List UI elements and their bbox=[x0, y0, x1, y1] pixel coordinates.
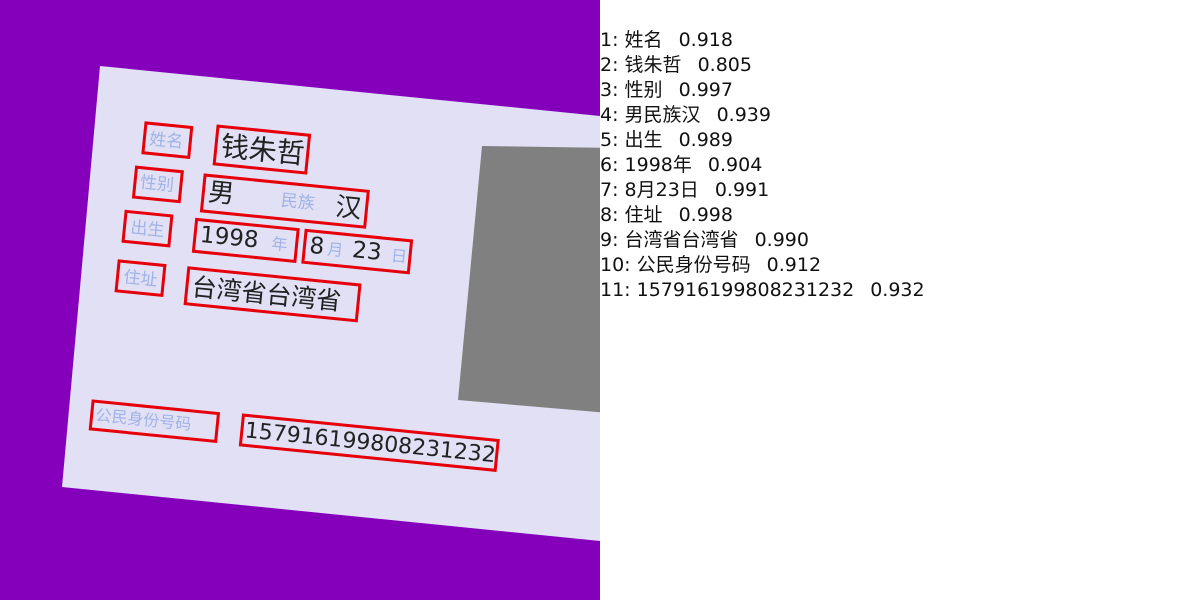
name-label: 姓名 bbox=[148, 129, 184, 152]
result-score: 0.805 bbox=[697, 54, 752, 76]
result-score: 0.904 bbox=[707, 154, 763, 176]
result-line: 1: 姓名 0.918 bbox=[600, 28, 925, 53]
result-text: 男民族汉 bbox=[624, 104, 701, 126]
ocr-image-panel: 姓名 钱朱哲 性别 男 民族 汉 出生 1998 年 8 月 23 日 住址 台… bbox=[0, 0, 600, 600]
result-text: 住址 bbox=[624, 204, 663, 226]
result-score: 0.918 bbox=[678, 29, 733, 51]
result-text: 姓名 bbox=[624, 29, 663, 51]
result-text: 出生 bbox=[624, 129, 663, 151]
result-line: 4: 男民族汉 0.939 bbox=[600, 103, 925, 128]
result-score: 0.989 bbox=[678, 129, 733, 151]
ocr-results-panel: 1: 姓名 0.918 2: 钱朱哲 0.805 3: 性别 0.997 4: 男民族汉 0.… bbox=[600, 0, 1200, 600]
result-line: 10: 公民身份号码 0.912 bbox=[600, 253, 925, 278]
result-text: 钱朱哲 bbox=[624, 54, 682, 76]
result-text: 公民身份号码 bbox=[636, 254, 751, 276]
result-line: 8: 住址 0.998 bbox=[600, 203, 925, 228]
result-score: 0.912 bbox=[766, 254, 822, 276]
result-line: 2: 钱朱哲 0.805 bbox=[600, 53, 925, 78]
birth-label: 出生 bbox=[129, 218, 165, 241]
result-line: 7: 8月23日 0.991 bbox=[600, 178, 925, 203]
result-score: 0.991 bbox=[714, 179, 770, 201]
result-index: 8: bbox=[600, 204, 619, 226]
result-line: 5: 出生 0.989 bbox=[600, 128, 925, 153]
result-index: 10: bbox=[600, 254, 631, 276]
birth-day: 23 bbox=[351, 237, 383, 266]
photo-placeholder bbox=[458, 146, 600, 413]
result-text: 1998年 bbox=[624, 154, 692, 176]
result-text: 台湾省台湾省 bbox=[624, 229, 739, 251]
address-label: 住址 bbox=[122, 268, 158, 291]
result-index: 2: bbox=[600, 54, 619, 76]
result-line: 11: 157916199808231232 0.932 bbox=[600, 278, 925, 303]
result-score: 0.990 bbox=[754, 229, 809, 251]
result-index: 4: bbox=[600, 104, 619, 126]
gender-label: 性别 bbox=[139, 173, 175, 196]
ethnicity-value: 汉 bbox=[334, 192, 363, 224]
result-score: 0.939 bbox=[716, 104, 771, 126]
id-card-image: 姓名 钱朱哲 性别 男 民族 汉 出生 1998 年 8 月 23 日 住址 台… bbox=[62, 66, 600, 541]
results-list: 1: 姓名 0.918 2: 钱朱哲 0.805 3: 性别 0.997 4: 男民族汉 0.… bbox=[600, 28, 925, 303]
gender-value: 男 bbox=[207, 178, 236, 210]
birth-month: 8 bbox=[308, 233, 325, 260]
result-index: 7: bbox=[600, 179, 619, 201]
result-score: 0.998 bbox=[678, 204, 733, 226]
result-line: 9: 台湾省台湾省 0.990 bbox=[600, 228, 925, 253]
result-line: 6: 1998年 0.904 bbox=[600, 153, 925, 178]
result-index: 6: bbox=[600, 154, 619, 176]
result-text: 性别 bbox=[624, 79, 663, 101]
result-index: 3: bbox=[600, 79, 619, 101]
result-index: 1: bbox=[600, 29, 619, 51]
result-text: 8月23日 bbox=[624, 179, 699, 201]
result-score: 0.997 bbox=[678, 79, 733, 101]
result-line: 3: 性别 0.997 bbox=[600, 78, 925, 103]
result-index: 9: bbox=[600, 229, 619, 251]
year-char: 年 bbox=[271, 234, 289, 254]
result-index: 5: bbox=[600, 129, 619, 151]
result-index: 11: bbox=[600, 279, 631, 301]
ethnicity-label: 民族 bbox=[280, 191, 316, 214]
result-score: 0.932 bbox=[870, 279, 925, 301]
result-text: 157916199808231232 bbox=[636, 279, 855, 301]
month-char: 月 bbox=[326, 240, 344, 260]
day-char: 日 bbox=[390, 246, 408, 266]
